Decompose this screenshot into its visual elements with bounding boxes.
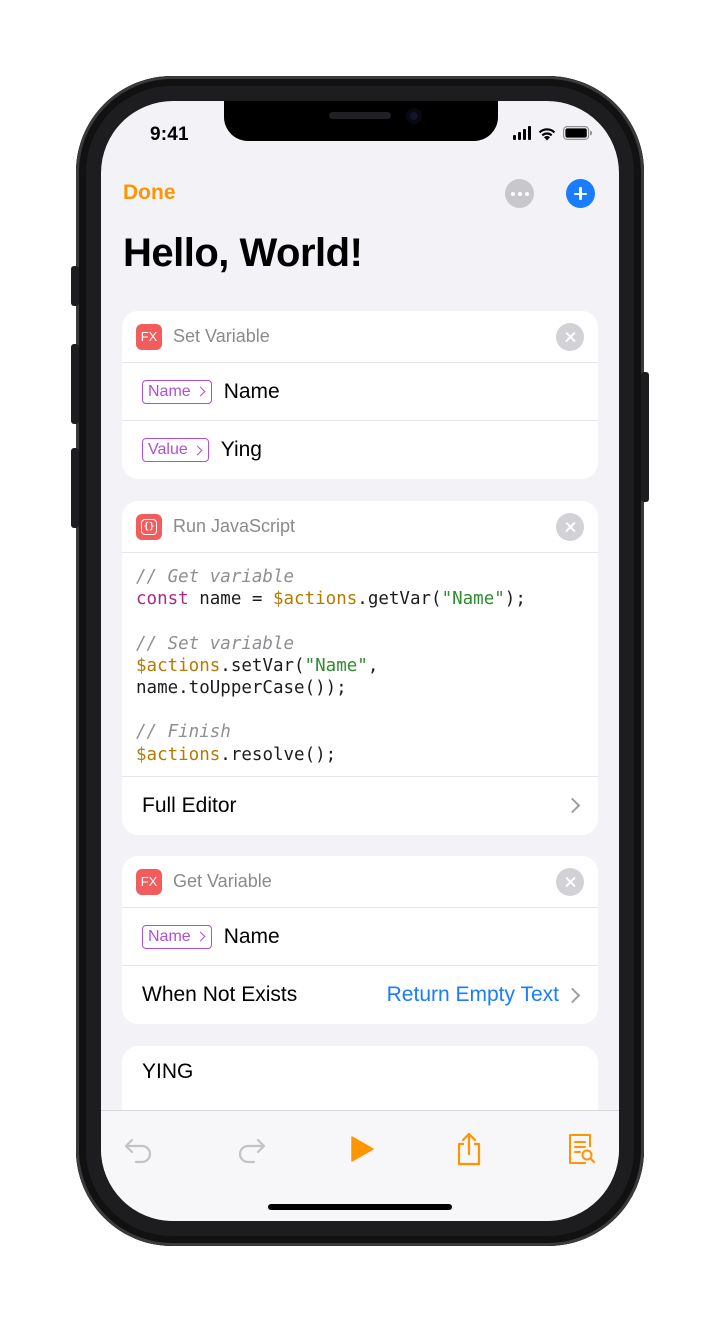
variable-name-value[interactable]: Name [224,925,280,949]
chevron-right-icon [195,931,206,942]
chevron-right-icon [195,386,206,397]
redo-icon [238,1138,266,1164]
undo-button[interactable] [121,1131,157,1167]
remove-action-button[interactable] [556,322,584,351]
variable-value-value[interactable]: Ying [221,438,262,462]
log-viewer-icon [569,1134,596,1164]
screen: 9:41 Done Hello, World! FX Set Variable … [101,101,619,1221]
full-editor-label: Full Editor [142,793,237,817]
variable-name-row[interactable]: Name Name [122,908,598,966]
card-header: FX Get Variable [122,856,598,908]
status-icons [513,125,593,141]
variable-name-value[interactable]: Name [224,380,280,404]
status-time: 9:41 [150,124,189,145]
front-camera [406,108,422,124]
card-title: Run JavaScript [173,516,296,536]
speaker-grille [329,112,391,119]
volume-up-button [71,344,79,424]
notch [224,101,498,141]
share-button[interactable] [451,1131,487,1167]
bottom-toolbar [101,1110,619,1221]
undo-icon [124,1138,152,1164]
wifi-icon [538,127,556,140]
set-variable-card: FX Set Variable Name Name Value Ying [122,311,598,479]
get-variable-card: FX Get Variable Name Name When Not Exist… [122,856,598,1024]
card-header: {} Run JavaScript [122,501,598,553]
card-title: Get Variable [173,871,272,891]
when-not-exists-value[interactable]: Return Empty Text [387,983,559,1007]
fx-icon: FX [136,323,162,350]
variable-value-row[interactable]: Value Ying [122,421,598,479]
fx-icon: FX [136,868,162,895]
chevron-right-icon [564,798,581,814]
run-button[interactable] [344,1131,380,1167]
chevron-right-icon [192,445,203,455]
card-header: FX Set Variable [122,311,598,363]
name-tag[interactable]: Name [142,924,212,949]
when-not-exists-label: When Not Exists [142,983,298,1006]
value-tag[interactable]: Value [142,438,209,462]
battery-icon [563,126,592,140]
javascript-icon: {} [136,513,162,540]
share-icon [457,1132,481,1166]
play-icon [351,1136,374,1162]
more-options-button[interactable] [505,179,534,208]
done-button[interactable]: Done [123,181,176,205]
log-viewer-button[interactable] [563,1131,599,1167]
card-title: Set Variable [173,326,270,346]
run-javascript-card: {} Run JavaScript // Get variable const n… [122,501,598,835]
power-button [641,372,649,502]
redo-button[interactable] [233,1131,269,1167]
full-editor-row[interactable]: Full Editor [122,777,598,835]
cellular-signal-icon [513,126,531,140]
when-not-exists-row[interactable]: When Not Exists Return Empty Text [122,966,598,1024]
remove-action-button[interactable] [556,867,584,896]
code-editor[interactable]: // Get variable const name = $actions.get… [122,553,598,777]
chevron-right-icon [564,987,581,1003]
silent-switch [71,266,79,306]
page-title: Hello, World! [123,231,363,275]
variable-name-row[interactable]: Name Name [122,363,598,421]
more-dots-icon [510,191,515,196]
name-tag[interactable]: Name [142,379,212,404]
home-indicator [268,1204,452,1210]
remove-action-button[interactable] [556,512,584,541]
output-text: YING [142,1060,194,1083]
volume-down-button [71,448,79,528]
add-action-button[interactable] [566,179,595,208]
